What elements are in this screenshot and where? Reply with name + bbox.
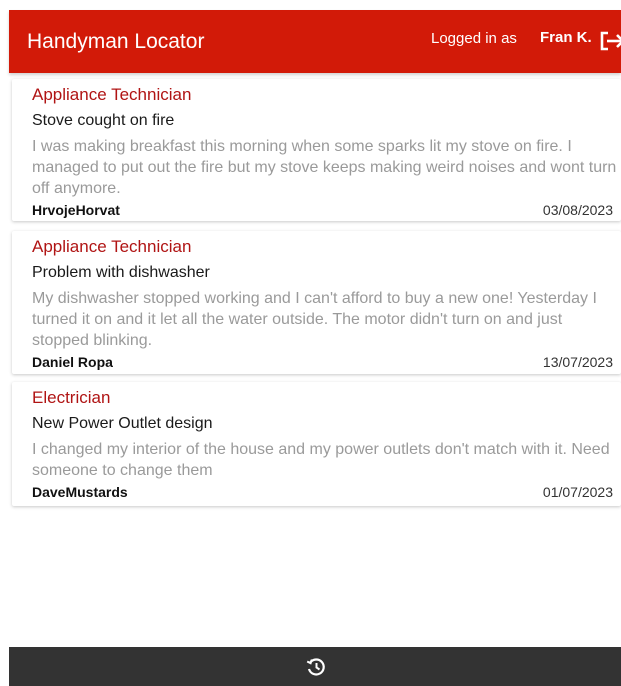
post-description: I changed my interior of the house and m… <box>32 441 610 479</box>
post-author: HrvojeHorvat <box>32 202 120 218</box>
post-author: DaveMustards <box>32 484 128 500</box>
post-date: 03/08/2023 <box>542 202 613 218</box>
app-header: Handyman Locator Logged in as Fran K. <box>9 10 621 73</box>
logged-in-label: Logged in as <box>431 30 517 47</box>
user-name: Fran K. <box>540 29 592 46</box>
post-author: Daniel Ropa <box>32 354 113 370</box>
post-category: Appliance Technician <box>32 85 192 104</box>
post-card[interactable]: Appliance Technician Problem with dishwa… <box>12 231 621 374</box>
app-title: Handyman Locator <box>27 30 205 53</box>
post-description: My dishwasher stopped working and I can'… <box>32 290 597 349</box>
post-date: 13/07/2023 <box>542 354 613 370</box>
post-card[interactable]: Appliance Technician Stove cought on fir… <box>12 79 621 221</box>
logout-icon[interactable] <box>599 29 621 53</box>
post-description: I was making breakfast this morning when… <box>32 138 617 197</box>
top-strip <box>0 0 621 10</box>
post-card[interactable]: Electrician New Power Outlet design I ch… <box>12 382 621 506</box>
post-title: Problem with dishwasher <box>32 264 210 281</box>
bottom-nav <box>9 647 621 686</box>
post-title: Stove cought on fire <box>32 112 175 129</box>
post-category: Electrician <box>32 388 111 407</box>
history-icon[interactable] <box>305 656 327 678</box>
post-category: Appliance Technician <box>32 237 192 256</box>
post-date: 01/07/2023 <box>542 484 613 500</box>
post-title: New Power Outlet design <box>32 415 213 432</box>
